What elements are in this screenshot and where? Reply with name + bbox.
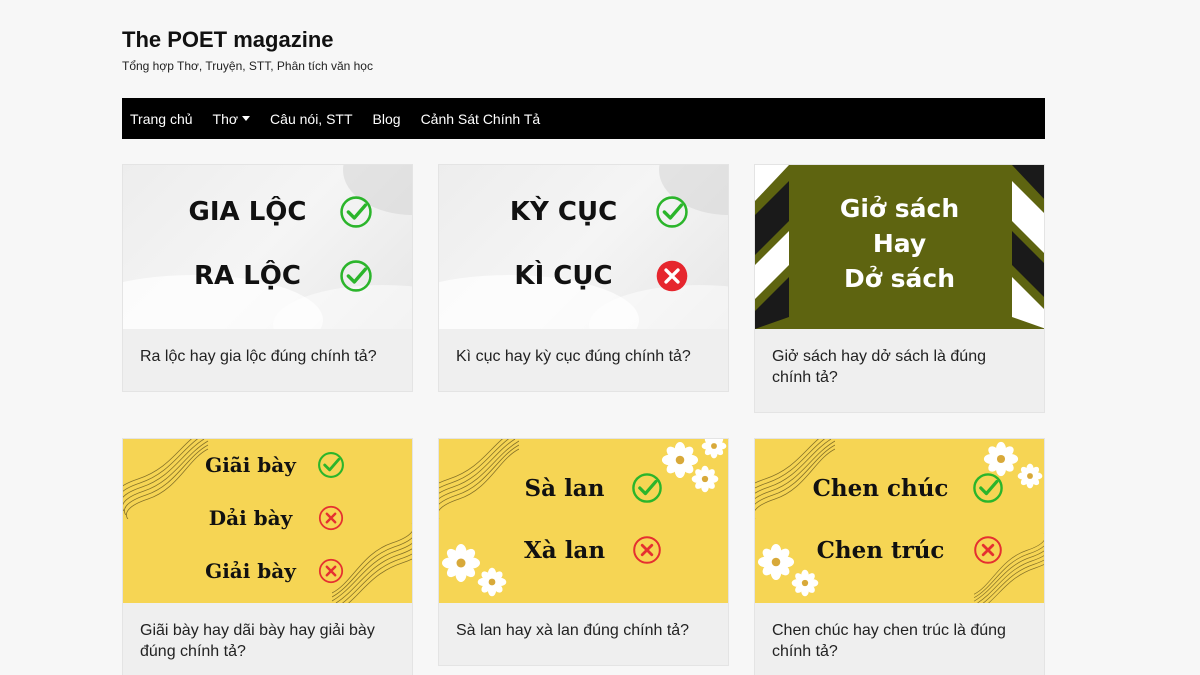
post-title[interactable]: Chen chúc hay chen trúc là đúng chính tả… [755, 603, 1044, 662]
thumb-word: Chen trúc [816, 536, 945, 564]
thumb-word: Giải bày [205, 559, 296, 583]
nav-item-poetry[interactable]: Thơ [213, 111, 251, 127]
post-title[interactable]: Sà lan hay xà lan đúng chính tả? [439, 603, 728, 641]
thumb-word: Chen chúc [812, 474, 949, 502]
thumb-word: Sà lan [524, 474, 605, 502]
thumb-word: KỲ CỤC [509, 197, 618, 227]
nav-item-home[interactable]: Trang chủ [130, 111, 193, 127]
post-thumbnail[interactable]: Giở sách Hay Dở sách [755, 165, 1044, 329]
caret-down-icon [242, 116, 251, 121]
main-nav: Trang chủ Thơ Câu nói, STT Blog Cảnh Sát… [122, 98, 1045, 139]
post-title[interactable]: Giở sách hay dở sách là đúng chính tả? [755, 329, 1044, 388]
post-thumbnail[interactable]: Chen chúc Chen trúc [755, 439, 1044, 603]
thumb-word: Dải bày [208, 506, 293, 530]
cross-icon [972, 534, 1004, 566]
post-thumbnail[interactable]: Sà lan Xà lan [439, 439, 728, 603]
thumb-headline: Giở sách Hay Dở sách [755, 191, 1044, 296]
nav-item-quotes[interactable]: Câu nói, STT [270, 111, 352, 127]
cross-icon [317, 504, 345, 532]
thumb-word: KÌ CỤC [514, 261, 613, 291]
check-icon [631, 472, 663, 504]
site-tagline: Tổng hợp Thơ, Truyện, STT, Phân tích văn… [122, 59, 373, 73]
thumb-line: Dở sách [844, 264, 955, 293]
post-card[interactable]: KỲ CỤC KÌ CỤC Kì cục hay kỳ cục đúng chí… [438, 164, 729, 392]
cross-icon [317, 557, 345, 585]
thumb-word: RA LỘC [194, 261, 301, 291]
check-icon [339, 259, 373, 293]
nav-label: Cảnh Sát Chính Tả [420, 110, 541, 127]
cross-icon [631, 534, 663, 566]
post-card[interactable]: Sà lan Xà lan Sà lan hay xà lan đúng chí… [438, 438, 729, 666]
post-title[interactable]: Kì cục hay kỳ cục đúng chính tả? [439, 329, 728, 367]
flower-icon [477, 567, 507, 597]
post-card[interactable]: GIA LỘC RA LỘC Ra lộc hay gia lộc đúng c… [122, 164, 413, 392]
post-title[interactable]: Giãi bày hay dãi bày hay giải bày đúng c… [123, 603, 412, 662]
thumb-word: Xà lan [523, 536, 606, 564]
check-icon [339, 195, 373, 229]
nav-item-spelling-police[interactable]: Cảnh Sát Chính Tả [421, 111, 541, 127]
thumb-word: Giãi bày [205, 453, 296, 477]
nav-label: Thơ [212, 110, 239, 127]
check-icon [317, 451, 345, 479]
flower-icon [791, 569, 819, 597]
check-icon [655, 195, 689, 229]
post-thumbnail[interactable]: Giãi bày Dải bày Giải bày [123, 439, 412, 603]
thumb-word: GIA LỘC [188, 197, 307, 227]
post-card[interactable]: Giãi bày Dải bày Giải bày Giãi bày hay d… [122, 438, 413, 675]
post-thumbnail[interactable]: GIA LỘC RA LỘC [123, 165, 412, 329]
check-icon [972, 472, 1004, 504]
thumb-line: Giở sách [839, 194, 960, 223]
nav-label: Câu nói, STT [270, 110, 353, 127]
post-thumbnail[interactable]: KỲ CỤC KÌ CỤC [439, 165, 728, 329]
nav-item-blog[interactable]: Blog [373, 111, 401, 127]
post-card[interactable]: Giở sách Hay Dở sách Giở sách hay dở sác… [754, 164, 1045, 413]
thumb-line: Hay [872, 229, 927, 258]
cross-icon [655, 259, 689, 293]
nav-label: Trang chủ [130, 110, 193, 127]
nav-label: Blog [372, 110, 401, 127]
site-header: The POET magazine Tổng hợp Thơ, Truyện, … [122, 27, 373, 73]
post-card[interactable]: Chen chúc Chen trúc Chen chúc hay chen t… [754, 438, 1045, 675]
post-title[interactable]: Ra lộc hay gia lộc đúng chính tả? [123, 329, 412, 367]
flower-icon [701, 439, 727, 459]
site-title[interactable]: The POET magazine [122, 27, 373, 53]
